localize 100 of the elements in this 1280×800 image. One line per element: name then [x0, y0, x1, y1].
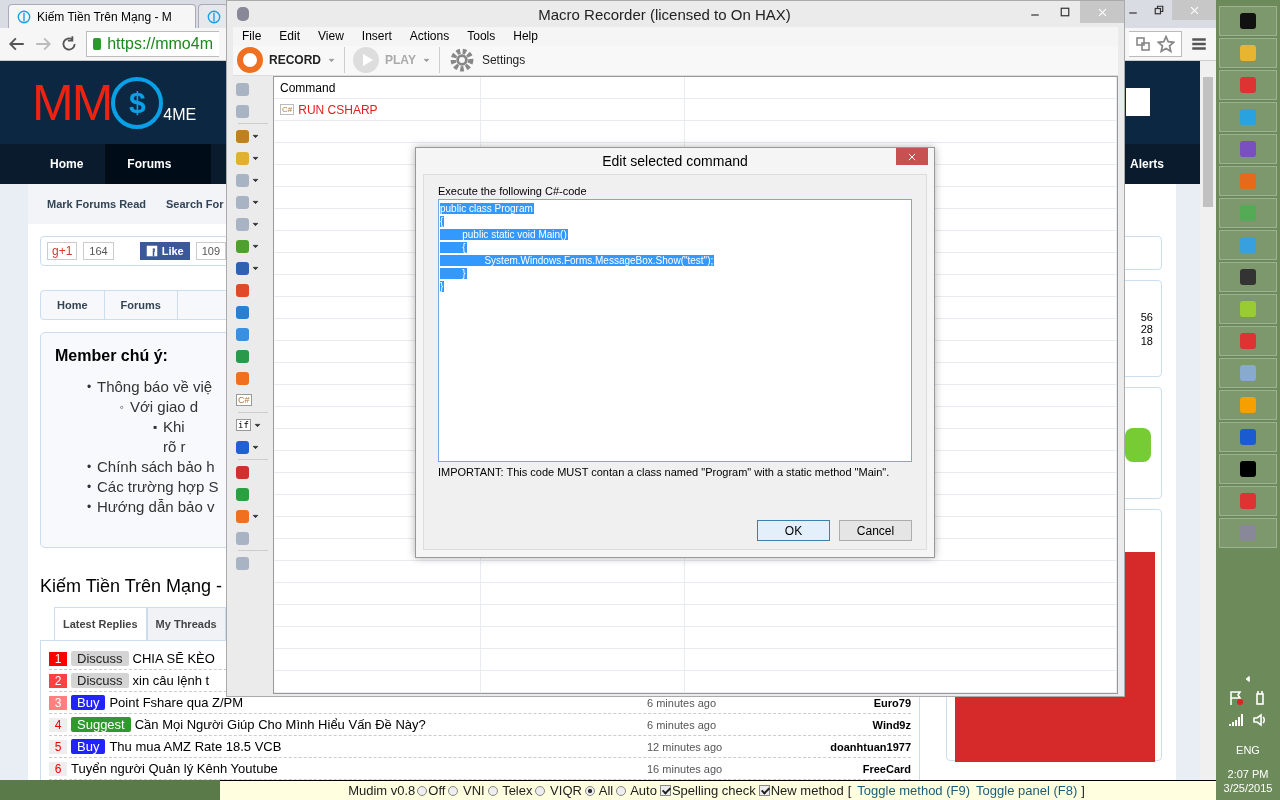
google-plus-button[interactable]: g+1 [47, 242, 78, 260]
notice-item[interactable]: Chính sách bảo h [97, 457, 215, 477]
bullet: ▪ [151, 419, 159, 436]
thread-title[interactable]: xin câu lệnh t [132, 673, 210, 688]
thread-user[interactable]: FreeCard [811, 762, 911, 775]
menu-item[interactable]: Insert [352, 29, 401, 44]
browser-tab[interactable]: Kiếm Tiền Trên Mạng - M [8, 4, 196, 28]
breadcrumb-link[interactable]: Home [41, 291, 105, 319]
option-label[interactable]: Off [428, 783, 446, 798]
nav-tab[interactable]: Home [28, 144, 106, 184]
close-icon[interactable] [1096, 6, 1108, 18]
restore-icon[interactable] [1153, 4, 1165, 16]
checkbox[interactable] [758, 785, 770, 796]
reload-icon[interactable] [60, 35, 78, 53]
command-name[interactable]: RUN CSHARP [298, 102, 378, 117]
back-icon[interactable] [8, 35, 26, 53]
chevron-icon[interactable] [1243, 674, 1253, 684]
toggle-link[interactable]: Toggle panel (F8) [976, 783, 1078, 798]
maximize-icon[interactable] [1059, 6, 1071, 18]
stat-count: 18 [1140, 334, 1153, 347]
translate-icon[interactable] [1135, 36, 1151, 52]
thread-user[interactable]: Euro79 [811, 696, 911, 709]
thread-tab[interactable]: Latest Replies [54, 607, 147, 641]
language-indicator[interactable]: ENG [1236, 744, 1260, 756]
window-title: Macro Recorder (licensed to On HAX) [537, 5, 791, 23]
logo-letters: MM [32, 73, 112, 132]
radio-button[interactable] [487, 785, 498, 796]
condition-icon[interactable]: if [236, 419, 251, 431]
alerts-tab[interactable]: Alerts [1126, 144, 1188, 184]
browser-tab[interactable] [198, 4, 228, 28]
thread-title[interactable]: Cần Mọi Người Giúp Cho Mình Hiểu Vấn Đề Này? [134, 717, 426, 732]
coin-icon [17, 9, 31, 24]
radio-button[interactable] [448, 785, 459, 796]
notice-item[interactable]: Với giao d [130, 397, 199, 417]
clock-date[interactable]: 3/25/2015 [1223, 782, 1273, 794]
radio-button[interactable] [535, 785, 546, 796]
radio-button[interactable] [584, 785, 595, 796]
menu-item[interactable]: Actions [400, 29, 459, 44]
rank-badge: 2 [49, 673, 67, 688]
menu-icon[interactable] [1190, 35, 1208, 53]
notice-item[interactable]: Các trường hợp S [97, 477, 219, 497]
checkbox[interactable] [659, 785, 671, 796]
menu-item[interactable]: File [233, 29, 271, 44]
thread-tag: Buy [71, 739, 106, 754]
csharp-icon[interactable]: C# [236, 394, 252, 406]
like-button[interactable]: Like [139, 242, 190, 260]
notice-item[interactable]: Hướng dẫn bảo v [97, 497, 215, 517]
bullet: • [85, 459, 93, 476]
option-label[interactable]: Auto [627, 783, 657, 798]
thread-tag: Discuss [71, 651, 129, 666]
close-icon[interactable] [1188, 4, 1200, 16]
notice-title: Member chú ý: [55, 347, 168, 365]
ok-button[interactable]: OK [757, 520, 830, 541]
speaker-icon[interactable] [1252, 712, 1268, 728]
thread-title[interactable]: CHIA SẼ KÈO [132, 651, 215, 666]
close-button[interactable] [896, 148, 928, 165]
option-label[interactable]: New method [770, 783, 844, 798]
radio-button[interactable] [616, 785, 627, 796]
bullet: • [85, 479, 93, 496]
thread-title[interactable]: Tuyển người Quản lý Kênh Youtube [71, 761, 278, 776]
thread-user[interactable]: Wind9z [811, 718, 911, 731]
option-label[interactable]: Telex [498, 783, 533, 798]
nav-tab[interactable]: Forums [105, 144, 212, 184]
scrollbar[interactable] [1200, 61, 1216, 780]
clock-time[interactable]: 2:07 PM [1227, 768, 1269, 780]
thread-title[interactable]: Point Fshare qua Z/PM [109, 695, 244, 710]
address-bar[interactable]: https://mmo4m [86, 31, 219, 57]
share-count: 164 [83, 242, 114, 260]
cancel-button[interactable]: Cancel [839, 520, 912, 541]
menu-item[interactable]: Edit [270, 29, 310, 44]
option-label[interactable]: All [595, 783, 614, 798]
option-label[interactable]: Spelling check [671, 783, 756, 798]
column-header[interactable]: Command [280, 80, 336, 95]
thread-tag: Discuss [71, 673, 129, 688]
rank-badge: 1 [49, 651, 67, 666]
menu-item[interactable]: Tools [458, 29, 505, 44]
settings-button[interactable]: Settings [443, 46, 530, 75]
menu-item[interactable]: Help [504, 29, 547, 44]
subnav-link[interactable]: Mark Forums Read [47, 198, 147, 210]
signal-icon[interactable] [1228, 712, 1244, 728]
thread-time: 12 minutes ago [647, 740, 724, 753]
thread-user[interactable]: doanhtuan1977 [811, 740, 911, 753]
menu-item[interactable]: View [309, 29, 353, 44]
toggle-link[interactable]: Toggle method (F9) [857, 783, 971, 798]
flag-icon[interactable] [1228, 690, 1244, 706]
thread-tab[interactable]: My Threads [146, 607, 226, 641]
radio-button[interactable] [417, 785, 428, 796]
forward-icon[interactable] [34, 35, 52, 53]
mudim-name: Mudim v0.8 [348, 783, 416, 798]
search-field[interactable] [1126, 88, 1150, 116]
notice-item[interactable]: Thông báo về việ [97, 377, 213, 397]
field-label: Execute the following C#-code [438, 185, 588, 197]
thread-title[interactable]: Thu mua AMZ Rate 18.5 VCB [109, 739, 282, 754]
notice-item[interactable]: Khi rõ r [163, 417, 186, 457]
note-text: IMPORTANT: This code MUST contan a class named "Program" with a static method "Main". [438, 466, 891, 478]
star-icon[interactable] [1157, 35, 1175, 53]
option-label[interactable]: VIQR [546, 783, 582, 798]
subnav-link[interactable]: Search For [166, 198, 224, 210]
option-label[interactable]: VNI [459, 783, 485, 798]
breadcrumb-link[interactable]: Forums [104, 291, 178, 319]
